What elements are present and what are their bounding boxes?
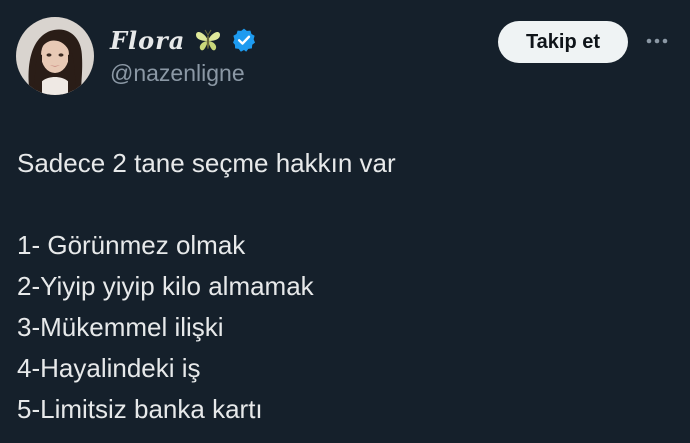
tweet-text: Sadece 2 tane seçme hakkın var 1- Görünm… bbox=[17, 143, 677, 430]
tweet-intro-line: Sadece 2 tane seçme hakkın var bbox=[17, 148, 396, 178]
option-item: 2-Yiyip yiyip kilo almamak bbox=[17, 271, 314, 301]
more-options-button[interactable] bbox=[640, 28, 674, 54]
more-horizontal-icon bbox=[646, 38, 668, 44]
display-name[interactable]: Flora bbox=[110, 26, 185, 55]
verified-badge-icon bbox=[231, 27, 257, 53]
option-item: 3-Mükemmel ilişki bbox=[17, 312, 224, 342]
tweet-card: Flora @nazenligne Takip et Sadece 2 tane… bbox=[0, 0, 690, 443]
avatar-photo bbox=[16, 17, 94, 95]
avatar[interactable] bbox=[16, 17, 94, 95]
option-item: 1- Görünmez olmak bbox=[17, 230, 246, 260]
author-name-row: Flora bbox=[110, 24, 257, 56]
option-item: 5-Limitsiz banka kartı bbox=[17, 394, 263, 424]
author-handle[interactable]: @nazenligne bbox=[110, 60, 245, 87]
butterfly-emoji-icon bbox=[193, 25, 223, 55]
follow-button[interactable]: Takip et bbox=[498, 21, 628, 63]
option-item: 4-Hayalindeki iş bbox=[17, 353, 201, 383]
